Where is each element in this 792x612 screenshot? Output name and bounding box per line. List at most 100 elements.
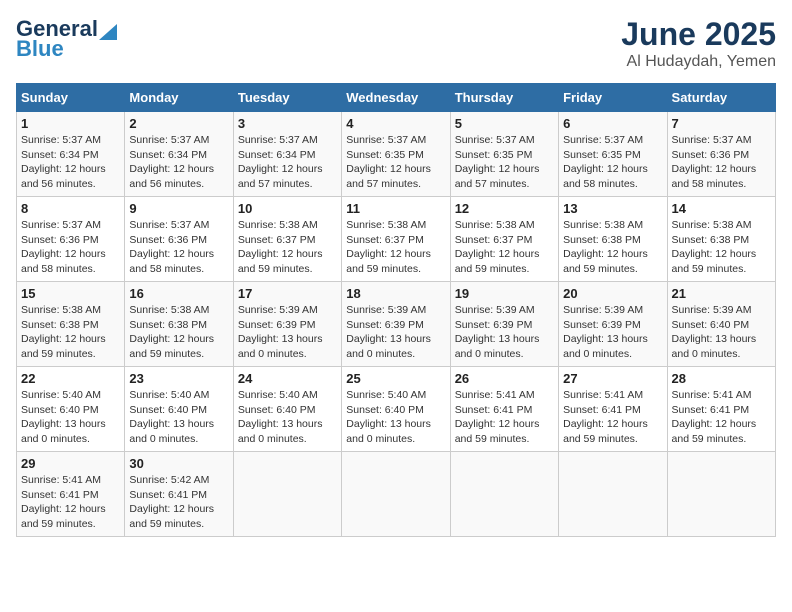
weekday-header-sunday: Sunday [17, 84, 125, 112]
calendar-cell: 8 Sunrise: 5:37 AM Sunset: 6:36 PM Daylig… [17, 197, 125, 282]
day-info: Sunrise: 5:39 AM Sunset: 6:39 PM Dayligh… [238, 303, 337, 362]
day-info: Sunrise: 5:37 AM Sunset: 6:36 PM Dayligh… [129, 218, 228, 277]
page-header: General Blue June 2025 Al Hudaydah, Yeme… [16, 16, 776, 71]
day-number: 1 [21, 116, 120, 131]
calendar-cell [450, 452, 558, 537]
day-info: Sunrise: 5:38 AM Sunset: 6:38 PM Dayligh… [672, 218, 771, 277]
day-info: Sunrise: 5:38 AM Sunset: 6:38 PM Dayligh… [563, 218, 662, 277]
day-number: 2 [129, 116, 228, 131]
day-number: 30 [129, 456, 228, 471]
calendar-cell: 16 Sunrise: 5:38 AM Sunset: 6:38 PM Dayli… [125, 282, 233, 367]
day-number: 6 [563, 116, 662, 131]
calendar-cell: 23 Sunrise: 5:40 AM Sunset: 6:40 PM Dayli… [125, 367, 233, 452]
calendar-table: SundayMondayTuesdayWednesdayThursdayFrid… [16, 83, 776, 537]
day-info: Sunrise: 5:37 AM Sunset: 6:36 PM Dayligh… [21, 218, 120, 277]
day-number: 19 [455, 286, 554, 301]
day-number: 8 [21, 201, 120, 216]
calendar-cell: 2 Sunrise: 5:37 AM Sunset: 6:34 PM Daylig… [125, 112, 233, 197]
calendar-cell: 10 Sunrise: 5:38 AM Sunset: 6:37 PM Dayli… [233, 197, 341, 282]
day-number: 17 [238, 286, 337, 301]
calendar-cell: 1 Sunrise: 5:37 AM Sunset: 6:34 PM Daylig… [17, 112, 125, 197]
day-number: 9 [129, 201, 228, 216]
day-number: 14 [672, 201, 771, 216]
location: Al Hudaydah, Yemen [621, 53, 776, 71]
calendar-cell: 3 Sunrise: 5:37 AM Sunset: 6:34 PM Daylig… [233, 112, 341, 197]
day-info: Sunrise: 5:41 AM Sunset: 6:41 PM Dayligh… [563, 388, 662, 447]
month-title: June 2025 [621, 16, 776, 53]
day-number: 5 [455, 116, 554, 131]
calendar-cell: 4 Sunrise: 5:37 AM Sunset: 6:35 PM Daylig… [342, 112, 450, 197]
day-info: Sunrise: 5:37 AM Sunset: 6:35 PM Dayligh… [563, 133, 662, 192]
calendar-cell: 6 Sunrise: 5:37 AM Sunset: 6:35 PM Daylig… [559, 112, 667, 197]
day-info: Sunrise: 5:41 AM Sunset: 6:41 PM Dayligh… [455, 388, 554, 447]
calendar-cell: 19 Sunrise: 5:39 AM Sunset: 6:39 PM Dayli… [450, 282, 558, 367]
day-number: 12 [455, 201, 554, 216]
day-number: 22 [21, 371, 120, 386]
day-number: 7 [672, 116, 771, 131]
calendar-cell: 27 Sunrise: 5:41 AM Sunset: 6:41 PM Dayli… [559, 367, 667, 452]
day-info: Sunrise: 5:38 AM Sunset: 6:37 PM Dayligh… [455, 218, 554, 277]
calendar-cell: 15 Sunrise: 5:38 AM Sunset: 6:38 PM Dayli… [17, 282, 125, 367]
day-info: Sunrise: 5:42 AM Sunset: 6:41 PM Dayligh… [129, 473, 228, 532]
day-info: Sunrise: 5:38 AM Sunset: 6:38 PM Dayligh… [21, 303, 120, 362]
calendar-cell: 22Sunrise: 5:40 AM Sunset: 6:40 PM Dayli… [17, 367, 125, 452]
day-info: Sunrise: 5:40 AM Sunset: 6:40 PM Dayligh… [346, 388, 445, 447]
calendar-cell: 17 Sunrise: 5:39 AM Sunset: 6:39 PM Dayli… [233, 282, 341, 367]
day-number: 28 [672, 371, 771, 386]
day-number: 10 [238, 201, 337, 216]
day-info: Sunrise: 5:37 AM Sunset: 6:35 PM Dayligh… [346, 133, 445, 192]
calendar-cell: 5 Sunrise: 5:37 AM Sunset: 6:35 PM Daylig… [450, 112, 558, 197]
day-info: Sunrise: 5:37 AM Sunset: 6:35 PM Dayligh… [455, 133, 554, 192]
logo-bird-icon [99, 22, 117, 40]
day-info: Sunrise: 5:37 AM Sunset: 6:36 PM Dayligh… [672, 133, 771, 192]
day-info: Sunrise: 5:37 AM Sunset: 6:34 PM Dayligh… [238, 133, 337, 192]
day-info: Sunrise: 5:39 AM Sunset: 6:39 PM Dayligh… [346, 303, 445, 362]
calendar-cell: 30 Sunrise: 5:42 AM Sunset: 6:41 PM Dayli… [125, 452, 233, 537]
day-info: Sunrise: 5:37 AM Sunset: 6:34 PM Dayligh… [21, 133, 120, 192]
weekday-header-saturday: Saturday [667, 84, 775, 112]
day-number: 26 [455, 371, 554, 386]
calendar-cell: 21 Sunrise: 5:39 AM Sunset: 6:40 PM Dayli… [667, 282, 775, 367]
day-info: Sunrise: 5:40 AM Sunset: 6:40 PM Dayligh… [129, 388, 228, 447]
day-number: 15 [21, 286, 120, 301]
day-info: Sunrise: 5:37 AM Sunset: 6:34 PM Dayligh… [129, 133, 228, 192]
day-info: Sunrise: 5:38 AM Sunset: 6:38 PM Dayligh… [129, 303, 228, 362]
day-info: Sunrise: 5:39 AM Sunset: 6:39 PM Dayligh… [455, 303, 554, 362]
title-area: June 2025 Al Hudaydah, Yemen [621, 16, 776, 71]
calendar-cell: 14 Sunrise: 5:38 AM Sunset: 6:38 PM Dayli… [667, 197, 775, 282]
day-info: Sunrise: 5:38 AM Sunset: 6:37 PM Dayligh… [346, 218, 445, 277]
calendar-cell [233, 452, 341, 537]
day-info: Sunrise: 5:41 AM Sunset: 6:41 PM Dayligh… [672, 388, 771, 447]
day-number: 4 [346, 116, 445, 131]
calendar-cell: 7 Sunrise: 5:37 AM Sunset: 6:36 PM Daylig… [667, 112, 775, 197]
calendar-cell: 26 Sunrise: 5:41 AM Sunset: 6:41 PM Dayli… [450, 367, 558, 452]
calendar-cell: 24Sunrise: 5:40 AM Sunset: 6:40 PM Dayli… [233, 367, 341, 452]
day-number: 21 [672, 286, 771, 301]
day-number: 27 [563, 371, 662, 386]
day-number: 25 [346, 371, 445, 386]
logo: General Blue [16, 16, 117, 62]
weekday-header-monday: Monday [125, 84, 233, 112]
weekday-header-wednesday: Wednesday [342, 84, 450, 112]
day-info: Sunrise: 5:38 AM Sunset: 6:37 PM Dayligh… [238, 218, 337, 277]
day-number: 16 [129, 286, 228, 301]
day-number: 18 [346, 286, 445, 301]
calendar-cell: 13 Sunrise: 5:38 AM Sunset: 6:38 PM Dayli… [559, 197, 667, 282]
day-info: Sunrise: 5:40 AM Sunset: 6:40 PM Dayligh… [238, 388, 337, 447]
day-number: 13 [563, 201, 662, 216]
day-number: 3 [238, 116, 337, 131]
day-info: Sunrise: 5:39 AM Sunset: 6:39 PM Dayligh… [563, 303, 662, 362]
day-info: Sunrise: 5:41 AM Sunset: 6:41 PM Dayligh… [21, 473, 120, 532]
calendar-cell [667, 452, 775, 537]
calendar-cell: 9 Sunrise: 5:37 AM Sunset: 6:36 PM Daylig… [125, 197, 233, 282]
day-number: 11 [346, 201, 445, 216]
day-number: 29 [21, 456, 120, 471]
calendar-cell: 25 Sunrise: 5:40 AM Sunset: 6:40 PM Dayli… [342, 367, 450, 452]
calendar-cell: 18 Sunrise: 5:39 AM Sunset: 6:39 PM Dayli… [342, 282, 450, 367]
day-info: Sunrise: 5:39 AM Sunset: 6:40 PM Dayligh… [672, 303, 771, 362]
calendar-cell: 11 Sunrise: 5:38 AM Sunset: 6:37 PM Dayli… [342, 197, 450, 282]
calendar-cell: 20Sunrise: 5:39 AM Sunset: 6:39 PM Dayli… [559, 282, 667, 367]
weekday-header-thursday: Thursday [450, 84, 558, 112]
calendar-cell: 28 Sunrise: 5:41 AM Sunset: 6:41 PM Dayli… [667, 367, 775, 452]
day-number: 23 [129, 371, 228, 386]
